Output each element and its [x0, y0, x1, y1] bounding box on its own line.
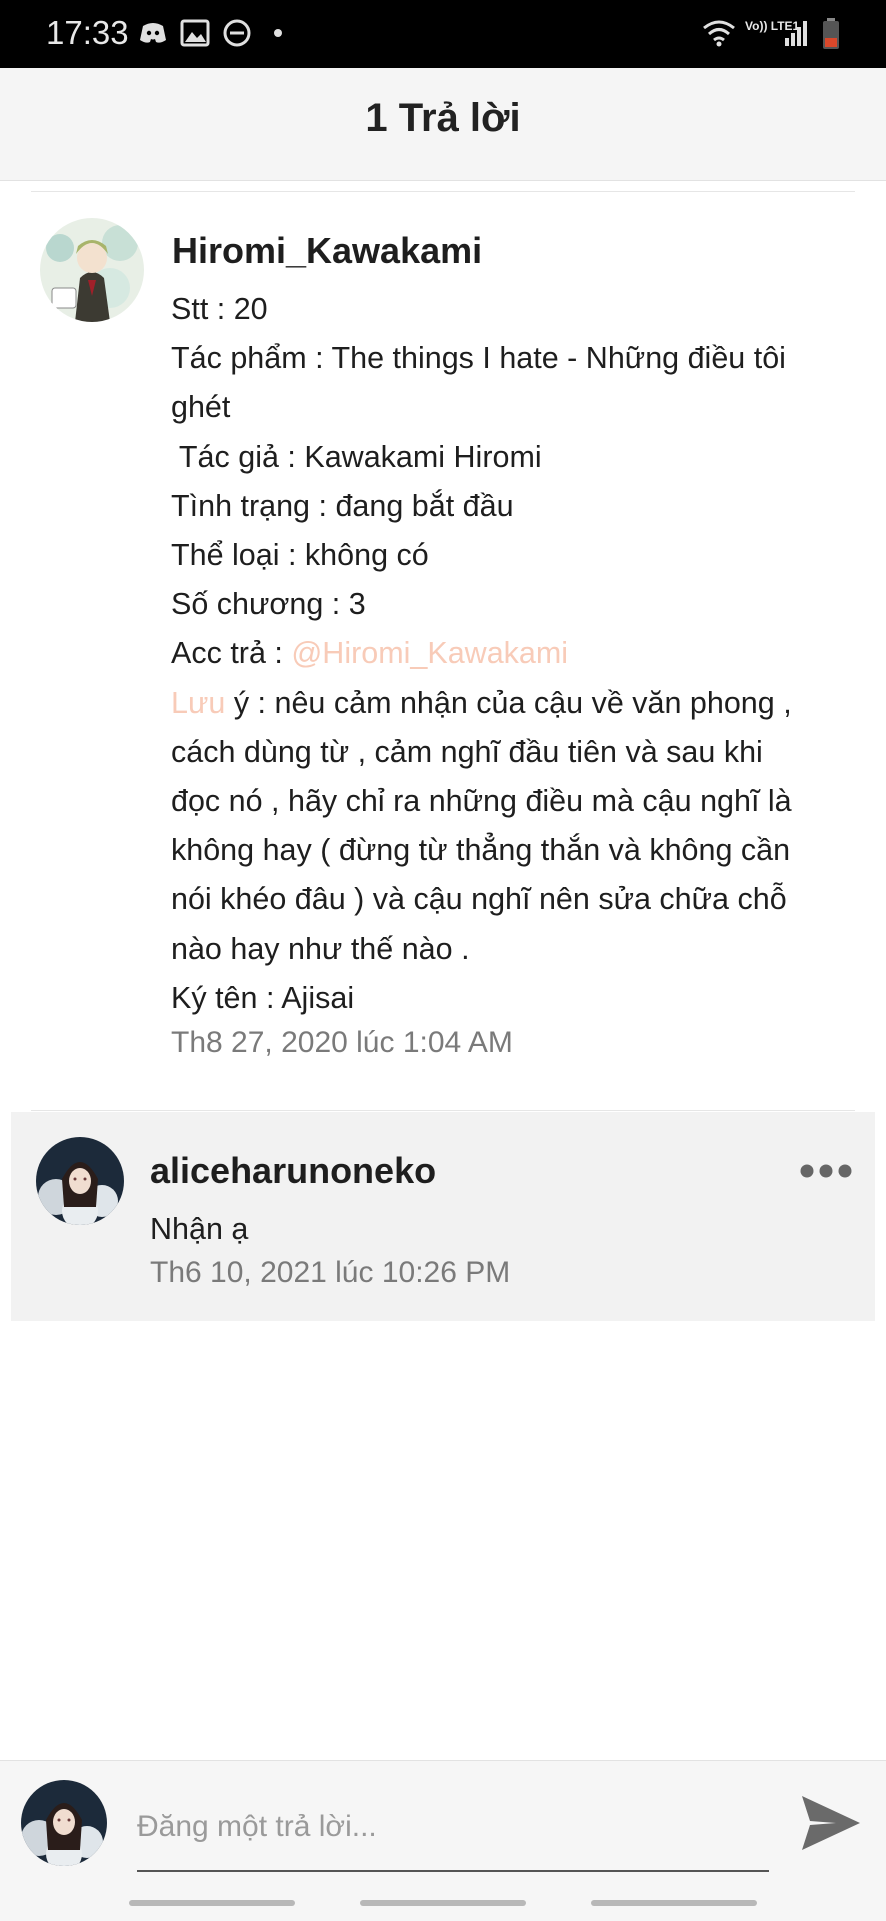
acc-label: Acc trả :	[171, 636, 292, 671]
signature-line: Ký tên : Ajisai	[171, 980, 355, 1015]
wifi-icon	[703, 20, 735, 47]
discord-icon	[140, 23, 166, 43]
battery-icon	[823, 18, 839, 49]
send-icon[interactable]	[800, 1794, 862, 1852]
reply-avatar[interactable]	[36, 1137, 124, 1225]
note-line: đọc nó , hãy chỉ ra những điều mà cậu ng…	[171, 784, 792, 819]
note-line: nói khéo đâu ) và cậu nghĩ nên sửa chữa …	[171, 882, 787, 917]
mention-link[interactable]: @Hiromi_Kawakami	[291, 636, 568, 670]
signal-icon	[785, 21, 807, 46]
dnd-icon	[223, 19, 251, 47]
post-line: ghét	[171, 390, 231, 425]
reply-author[interactable]: aliceharunoneko	[150, 1150, 436, 1192]
post-line: Tác phẩm : The things I hate - Những điề…	[171, 341, 786, 376]
page-title: 1 Trả lời	[365, 96, 521, 140]
note-line: Lưu ý : nêu cảm nhận của cậu về văn phon…	[171, 679, 792, 728]
reply-input[interactable]	[137, 1784, 769, 1872]
note-line: nào hay như thế nào .	[171, 931, 470, 966]
note-line: cách dùng từ , cảm nghĩ đầu tiên và sau …	[171, 734, 763, 769]
more-options-icon[interactable]	[800, 1164, 852, 1178]
app-header: 1 Trả lời	[0, 68, 886, 181]
post-timestamp: Th8 27, 2020 lúc 1:04 AM	[171, 1026, 513, 1059]
post-line: Stt : 20	[171, 292, 268, 326]
reply-timestamp: Th6 10, 2021 lúc 10:26 PM	[150, 1256, 511, 1289]
status-time: 17:33	[46, 14, 129, 51]
dot-icon	[274, 29, 282, 37]
nav-home[interactable]	[360, 1900, 526, 1906]
note-line: không hay ( đừng từ thẳng thắn và không …	[171, 833, 791, 868]
status-bar: 17:33 Vo)) LTE1	[0, 0, 886, 68]
post-author[interactable]: Hiromi_Kawakami	[172, 230, 482, 272]
post-body: Stt : 20 Tác phẩm : The things I hate - …	[171, 285, 792, 1023]
image-icon	[180, 19, 210, 47]
composer-avatar	[21, 1780, 107, 1866]
post-divider	[31, 1110, 855, 1111]
post-line: Thể loại : không có	[171, 538, 429, 573]
post-line: Tình trạng : đang bắt đầu	[171, 488, 514, 523]
post-line: Tác giả : Kawakami Hiromi	[171, 439, 542, 474]
note-text: ý : nêu cảm nhận của cậu về văn phong ,	[225, 685, 792, 720]
nav-recent-apps[interactable]	[129, 1900, 295, 1906]
reply-text: Nhận ạ	[150, 1212, 249, 1246]
note-highlight: Lưu	[171, 685, 226, 720]
header-divider	[31, 191, 855, 192]
avatar[interactable]	[40, 218, 144, 322]
nav-back[interactable]	[591, 1900, 757, 1906]
acc-line: Acc trả : @Hiromi_Kawakami	[171, 629, 792, 678]
post-line: Số chương : 3	[171, 587, 366, 622]
